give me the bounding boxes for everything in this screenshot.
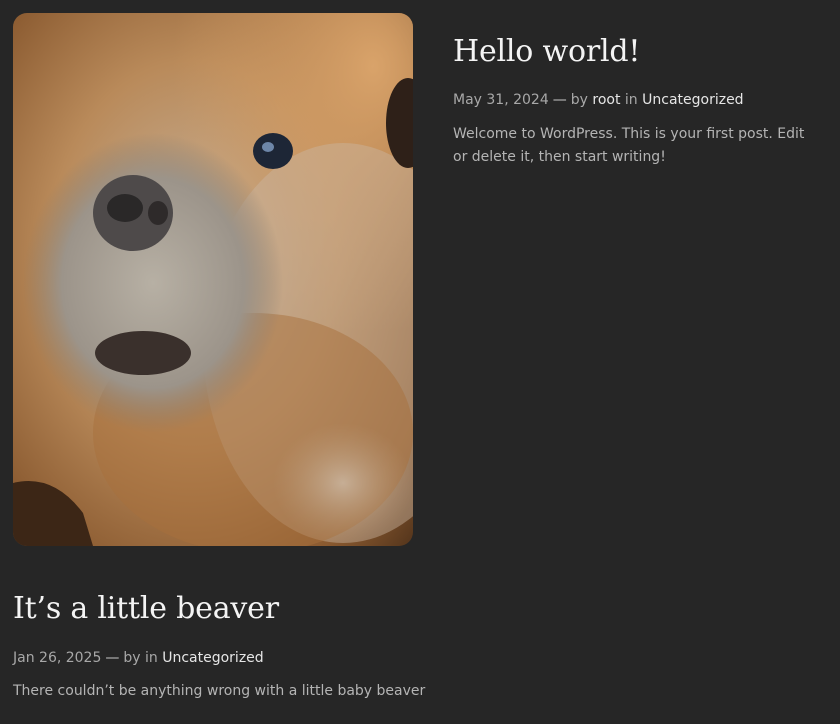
in-label: in [145, 650, 158, 666]
post-title-hello-world[interactable]: Hello world! [453, 34, 640, 70]
post-category-link[interactable]: Uncategorized [642, 92, 743, 108]
featured-image-beaver[interactable] [13, 13, 413, 546]
post-author-link[interactable]: root [592, 92, 620, 108]
post-list: Hello world! May 31, 2024— by root in Unc… [0, 0, 840, 724]
post-meta: May 31, 2024— by root in Uncategorized [453, 90, 744, 110]
post-date[interactable]: Jan 26, 2025 [13, 650, 101, 666]
post-excerpt: There couldn’t be anything wrong with a … [13, 683, 426, 699]
post-meta: Jan 26, 2025— by in Uncategorized [13, 648, 264, 668]
post-excerpt: Welcome to WordPress. This is your first… [453, 126, 805, 165]
meta-separator: — [105, 650, 120, 666]
by-label: by [123, 650, 141, 666]
post-category-link[interactable]: Uncategorized [162, 650, 263, 666]
in-label: in [624, 92, 638, 108]
meta-separator: — [552, 92, 567, 108]
by-label: by [570, 92, 588, 108]
beaver-photo [13, 13, 413, 546]
post-date[interactable]: May 31, 2024 [453, 92, 549, 108]
post-title-little-beaver[interactable]: It’s a little beaver [13, 591, 279, 627]
